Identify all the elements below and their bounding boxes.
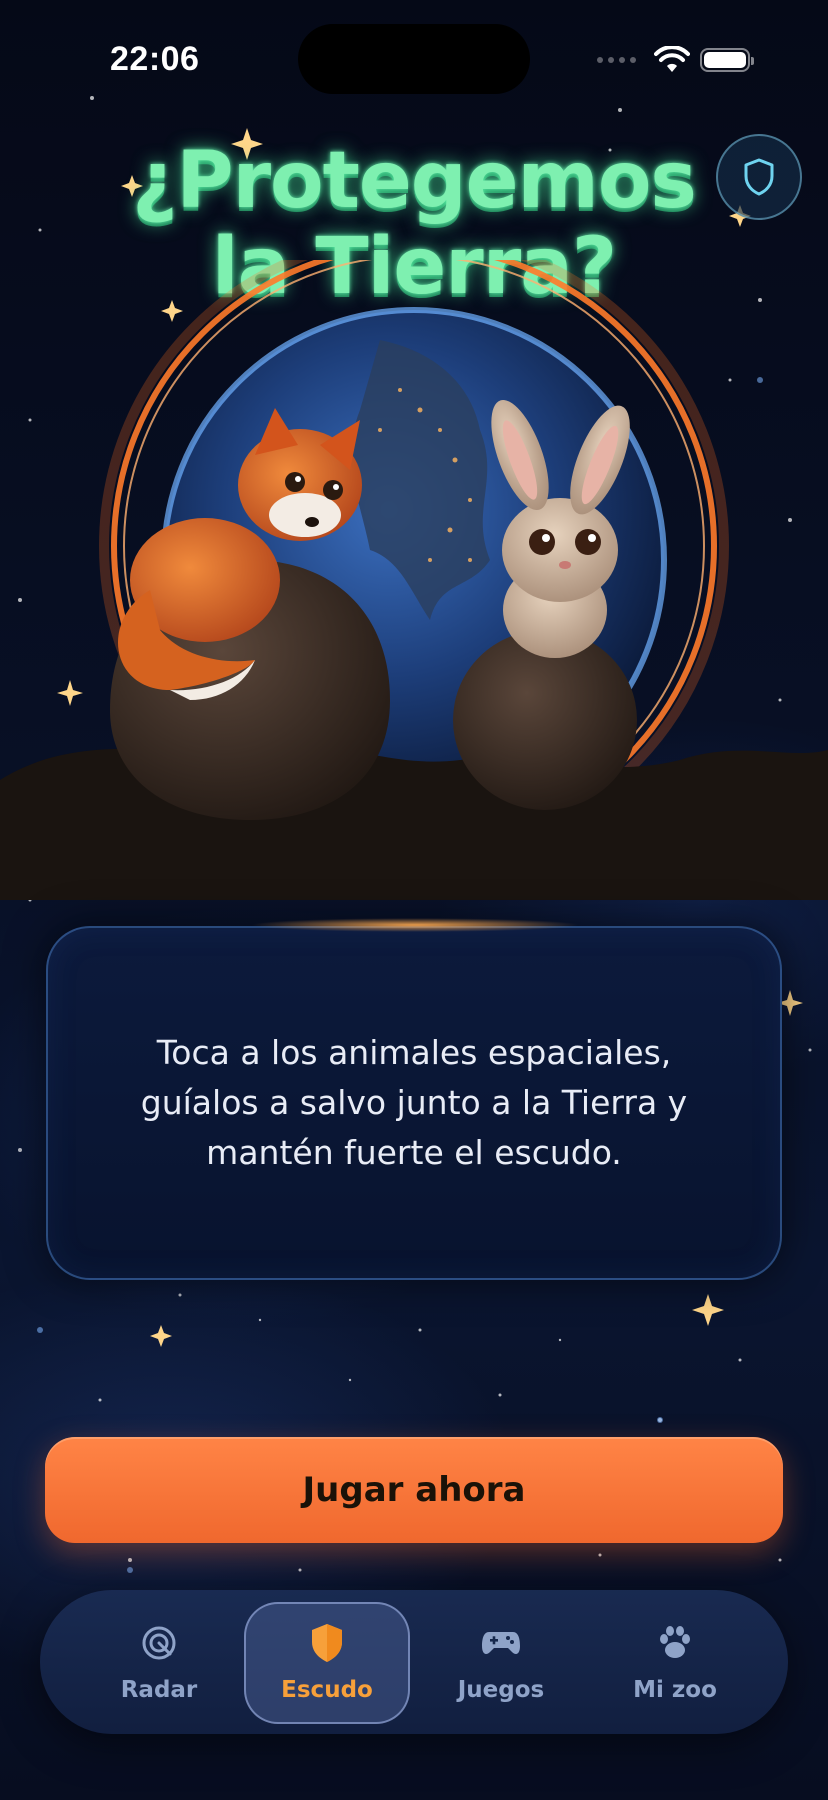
tab-my-zoo[interactable]: Mi zoo	[592, 1602, 758, 1724]
status-time: 22:06	[110, 40, 200, 78]
info-text: Toca a los animales espaciales, guíalos …	[140, 1033, 688, 1172]
shield-icon	[744, 158, 774, 196]
bottom-tab-bar: Radar Escudo Juegos Mi zoo	[40, 1590, 788, 1734]
status-icons	[597, 46, 754, 74]
shield-icon	[307, 1623, 347, 1663]
dynamic-island	[298, 24, 530, 94]
tab-shield[interactable]: Escudo	[244, 1602, 410, 1724]
info-card: Toca a los animales espaciales, guíalos …	[46, 926, 782, 1280]
tab-games[interactable]: Juegos	[418, 1602, 584, 1724]
tab-radar[interactable]: Radar	[76, 1602, 242, 1724]
shield-status-button[interactable]	[716, 134, 802, 220]
signal-dots-icon	[597, 57, 636, 63]
app-screen: 22:06 ¿Protegemos la Tierra? Toca a los …	[0, 0, 828, 1800]
paw-icon	[655, 1623, 695, 1663]
gamepad-icon	[481, 1623, 521, 1663]
tab-games-label: Juegos	[457, 1677, 545, 1703]
hero-illustration	[0, 260, 828, 900]
tab-shield-label: Escudo	[281, 1677, 373, 1703]
tab-my-zoo-label: Mi zoo	[633, 1677, 717, 1703]
battery-icon	[700, 48, 754, 72]
title-line-1: ¿Protegemos	[132, 136, 697, 226]
wifi-icon	[654, 46, 690, 72]
radar-icon	[139, 1623, 179, 1663]
info-card-glow	[250, 918, 580, 932]
tab-radar-label: Radar	[120, 1677, 198, 1703]
play-now-button[interactable]: Jugar ahora	[45, 1437, 783, 1543]
